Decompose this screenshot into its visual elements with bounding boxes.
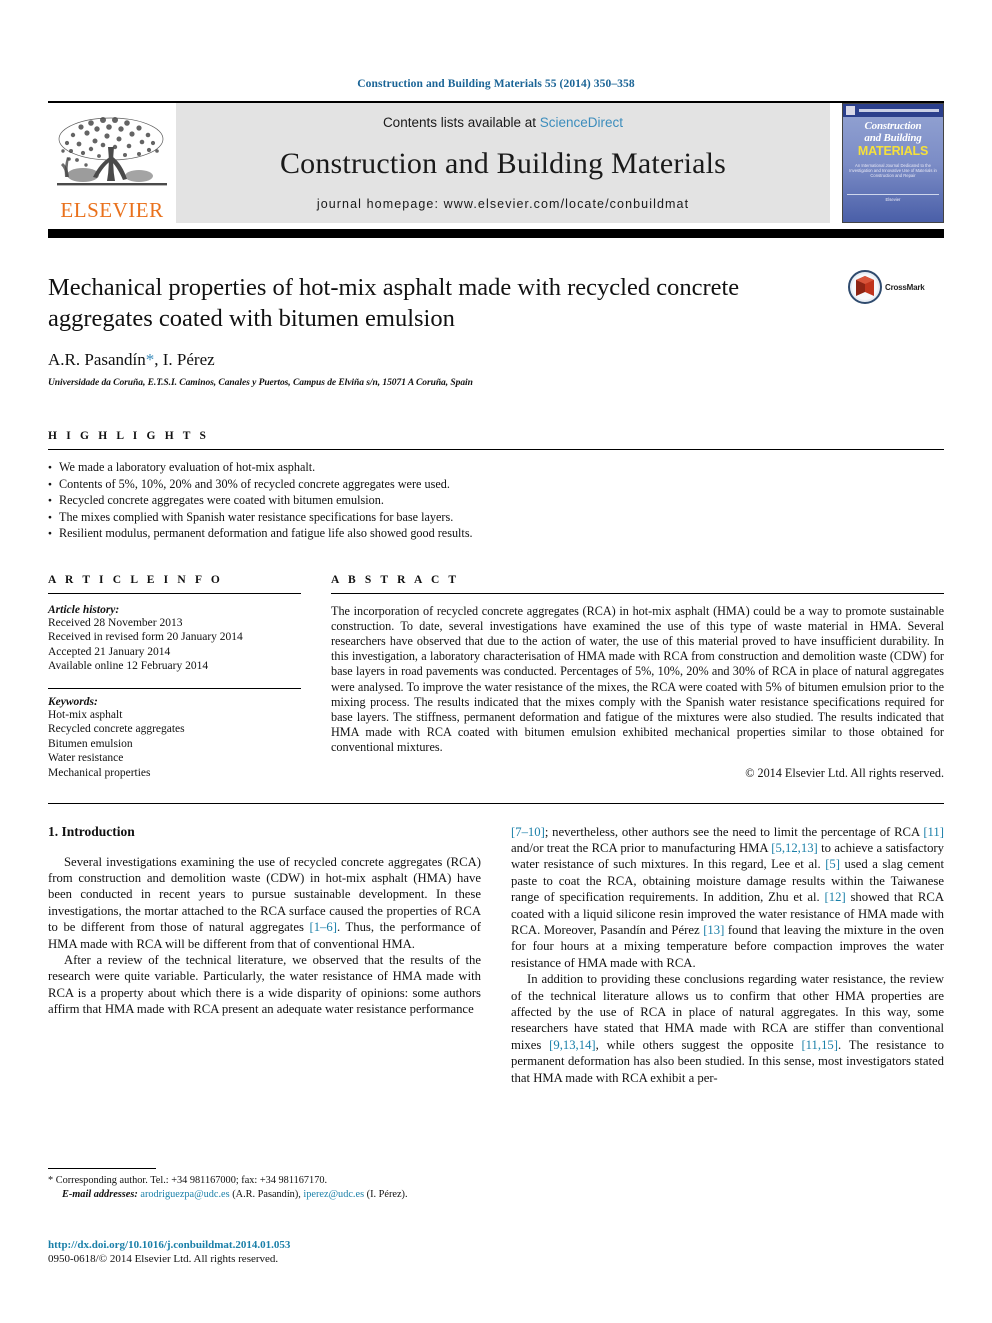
footnote-rule — [48, 1168, 156, 1169]
cover-body: Construction and Building MATERIALS An I… — [843, 117, 943, 222]
journal-masthead: ELSEVIER Contents lists available at Sci… — [48, 103, 944, 223]
masthead-center: Contents lists available at ScienceDirec… — [176, 103, 830, 223]
journal-cover-thumbnail[interactable]: Construction and Building MATERIALS An I… — [842, 103, 944, 223]
elsevier-logo[interactable]: ELSEVIER — [48, 103, 176, 223]
footnote-block: * Corresponding author. Tel.: +34 981167… — [48, 1168, 495, 1201]
citation-ref[interactable]: [11,15] — [801, 1038, 838, 1052]
citation-ref[interactable]: [5] — [825, 857, 840, 871]
abstract-rule — [331, 592, 944, 594]
citation-ref[interactable]: [5,12,13] — [771, 841, 818, 855]
article-history-label: Article history: — [48, 603, 120, 616]
keywords-block: Keywords: Hot-mix asphalt Recycled concr… — [48, 696, 301, 781]
article-info-heading: A R T I C L E I N F O — [48, 573, 223, 586]
paragraph-text: ; nevertheless, other authors see the ne… — [544, 824, 924, 839]
keyword-item: Mechanical properties — [48, 766, 151, 779]
elsevier-tree-icon — [57, 117, 167, 186]
abstract-copyright: © 2014 Elsevier Ltd. All rights reserved… — [745, 765, 944, 780]
cover-line-2: and Building — [864, 132, 922, 144]
citation-ref[interactable]: [12] — [825, 890, 846, 904]
citation-ref[interactable]: [11] — [923, 825, 944, 839]
keyword-item: Bitumen emulsion — [48, 737, 133, 750]
author-first: A.R. Pasandín — [48, 350, 146, 369]
author-second: , I. Pérez — [154, 350, 215, 369]
email-note: E-mail addresses: arodriguezpa@udc.es (A… — [48, 1188, 495, 1202]
contents-available-line: Contents lists available at ScienceDirec… — [383, 115, 623, 130]
doi-link[interactable]: http://dx.doi.org/10.1016/j.conbuildmat.… — [48, 1238, 290, 1252]
body-column-left: 1. Introduction Several investigations e… — [48, 824, 481, 1087]
keyword-item: Recycled concrete aggregates — [48, 723, 185, 735]
corresponding-author-note: * Corresponding author. Tel.: +34 981167… — [48, 1175, 328, 1186]
highlight-item: We made a laboratory evaluation of hot-m… — [48, 459, 944, 476]
abstract-text: The incorporation of recycled concrete a… — [331, 603, 944, 755]
crossmark-badge[interactable]: CrossMark — [848, 270, 944, 304]
article-history-block: Article history: Received 28 November 20… — [48, 604, 301, 674]
history-line: Accepted 21 January 2014 — [48, 645, 171, 658]
history-line: Available online 12 February 2014 — [48, 660, 209, 672]
section-heading-introduction: 1. Introduction — [48, 823, 135, 839]
keyword-item: Hot-mix asphalt — [48, 708, 123, 721]
email-name-1: (A.R. Pasandín), — [229, 1188, 304, 1200]
article-info-column: A R T I C L E I N F O Article history: R… — [48, 574, 301, 781]
crossmark-icon — [848, 270, 882, 304]
doi-block: http://dx.doi.org/10.1016/j.conbuildmat.… — [48, 1238, 290, 1266]
email-name-2: (I. Pérez). — [364, 1188, 408, 1200]
article-info-rule — [48, 592, 301, 594]
abstract-column: A B S T R A C T The incorporation of rec… — [331, 574, 944, 781]
sciencedirect-link[interactable]: ScienceDirect — [540, 115, 623, 130]
citation-ref[interactable]: [7–10] — [511, 825, 545, 839]
keywords-rule — [48, 687, 301, 689]
highlights-section: H I G H L I G H T S We made a laboratory… — [48, 430, 944, 542]
history-line: Received 28 November 2013 — [48, 616, 183, 629]
citation-ref[interactable]: [9,13,14] — [549, 1038, 596, 1052]
keywords-label: Keywords: — [48, 695, 98, 708]
body-columns: 1. Introduction Several investigations e… — [48, 824, 944, 1087]
email-link-2[interactable]: iperez@udc.es — [303, 1189, 364, 1200]
citation-ref[interactable]: [1–6] — [309, 920, 336, 934]
cover-rule — [859, 109, 939, 112]
highlights-rule — [48, 449, 944, 450]
highlight-item: Resilient modulus, permanent deformation… — [48, 525, 944, 542]
citation-ref[interactable]: [13] — [703, 923, 724, 937]
abstract-heading: A B S T R A C T — [331, 573, 460, 586]
crossmark-label: CrossMark — [885, 282, 925, 292]
masthead-black-bar — [48, 229, 944, 238]
highlights-list: We made a laboratory evaluation of hot-m… — [48, 459, 944, 542]
cover-logo-square — [846, 106, 855, 115]
affiliation: Universidade da Coruña, E.T.S.I. Caminos… — [48, 378, 473, 388]
keyword-item: Water resistance — [48, 752, 124, 764]
email-link-1[interactable]: arodriguezpa@udc.es — [140, 1189, 229, 1200]
history-line: Received in revised form 20 January 2014 — [48, 631, 243, 643]
cover-topbar — [843, 104, 943, 117]
highlight-item: Contents of 5%, 10%, 20% and 30% of recy… — [48, 476, 944, 493]
author-list: A.R. Pasandín*, I. Pérez — [48, 350, 944, 370]
cover-line-3: MATERIALS — [857, 144, 929, 158]
cover-blurb: An International Journal Dedicated to th… — [849, 163, 937, 178]
page-title: Mechanical properties of hot-mix asphalt… — [48, 274, 740, 332]
paragraph-text: , while others suggest the opposite — [595, 1037, 802, 1052]
paragraph-text: and/or treat the RCA prior to manufactur… — [511, 840, 772, 855]
paragraph: In addition to providing these conclusio… — [511, 971, 944, 1086]
paragraph: [7–10]; nevertheless, other authors see … — [511, 824, 944, 972]
body-column-right: [7–10]; nevertheless, other authors see … — [511, 824, 944, 1087]
email-label: E-mail addresses: — [62, 1188, 138, 1200]
paragraph: Several investigations examining the use… — [48, 854, 481, 952]
elsevier-wordmark: ELSEVIER — [60, 198, 164, 222]
paragraph: After a review of the technical literatu… — [48, 952, 481, 1017]
contents-prefix: Contents lists available at — [382, 115, 540, 130]
paper-page: Construction and Building Materials 55 (… — [0, 0, 992, 1323]
corresponding-author-marker[interactable]: * — [146, 350, 155, 369]
journal-homepage-link[interactable]: journal homepage: www.elsevier.com/locat… — [317, 197, 689, 211]
title-block: Mechanical properties of hot-mix asphalt… — [48, 270, 944, 388]
issn-copyright: 0950-0618/© 2014 Elsevier Ltd. All right… — [48, 1253, 279, 1265]
cover-line-1: Construction — [864, 120, 922, 132]
highlights-heading: H I G H L I G H T S — [48, 430, 210, 442]
journal-title: Construction and Building Materials — [279, 146, 727, 180]
highlight-item: The mixes complied with Spanish water re… — [48, 509, 944, 526]
running-head: Construction and Building Materials 55 (… — [357, 78, 635, 90]
body-top-rule — [48, 802, 944, 804]
highlight-item: Recycled concrete aggregates were coated… — [48, 492, 944, 509]
cover-footer: Elsevier — [847, 194, 939, 202]
info-abstract-row: A R T I C L E I N F O Article history: R… — [48, 574, 944, 781]
